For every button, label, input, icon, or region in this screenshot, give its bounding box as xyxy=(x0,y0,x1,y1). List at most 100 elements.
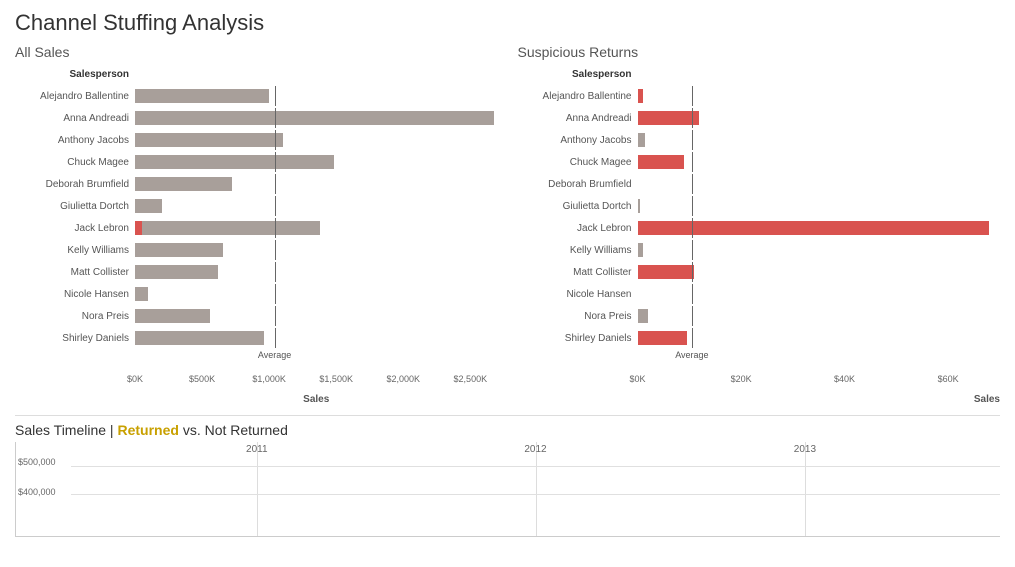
bar-row: Shirley Daniels xyxy=(15,328,498,348)
sr-bar-fill xyxy=(638,89,643,103)
sr-bar-area xyxy=(638,152,1001,172)
sr-bar-area xyxy=(638,306,1001,326)
all-sales-title: All Sales xyxy=(15,44,498,60)
sr-chart-header: Salesperson xyxy=(518,64,1001,84)
sr-bar-area xyxy=(638,240,1001,260)
sr-bar-area-header xyxy=(638,64,1001,84)
bar-area xyxy=(135,240,498,260)
sr-bar-row: Shirley Daniels xyxy=(518,328,1001,348)
page-title: Channel Stuffing Analysis xyxy=(15,10,1000,36)
sr-bar-label: Anthony Jacobs xyxy=(518,135,638,146)
timeline-h-grid-line xyxy=(71,494,1000,495)
sr-bar-row: Giulietta Dortch xyxy=(518,196,1001,216)
suspicious-returns-bars: Alejandro Ballentine Anna Andreadi Anthony… xyxy=(518,86,1001,368)
avg-label: Average xyxy=(258,350,291,360)
timeline-area: 201120122013 xyxy=(71,442,1000,536)
sr-bar-fill xyxy=(638,221,990,235)
bar-label: Nora Preis xyxy=(15,311,135,322)
sr-bar-area xyxy=(638,196,1001,216)
suspicious-returns-section: Suspicious Returns Salesperson Alejandro… xyxy=(518,44,1001,405)
sr-bar-label: Chuck Magee xyxy=(518,157,638,168)
timeline-grid-line xyxy=(536,442,537,536)
bar-row: Nicole Hansen xyxy=(15,284,498,304)
x-tick: $500K xyxy=(189,374,215,384)
bar-label: Giulietta Dortch xyxy=(15,201,135,212)
avg-line xyxy=(275,306,276,326)
bar-fill xyxy=(135,287,148,301)
chart-header: Salesperson xyxy=(15,64,498,84)
bar-fill xyxy=(135,111,494,125)
sr-axis-title: Sales xyxy=(638,394,1001,405)
avg-line xyxy=(275,328,276,348)
sr-bar-row: Deborah Brumfield xyxy=(518,174,1001,194)
timeline-grid-line xyxy=(805,442,806,536)
sr-bar-label: Kelly Williams xyxy=(518,245,638,256)
bar-fill xyxy=(135,265,218,279)
bar-area xyxy=(135,152,498,172)
sr-bar-area xyxy=(638,86,1001,106)
avg-line xyxy=(275,108,276,128)
page-container: Channel Stuffing Analysis All Sales Sale… xyxy=(0,0,1015,567)
sr-avg-line xyxy=(692,284,693,304)
bar-row: Matt Collister xyxy=(15,262,498,282)
sr-bar-area xyxy=(638,262,1001,282)
sr-avg-line xyxy=(692,328,693,348)
bar-label: Deborah Brumfield xyxy=(15,179,135,190)
sr-bar-area xyxy=(638,108,1001,128)
sr-bar-fill xyxy=(638,199,641,213)
avg-line xyxy=(275,218,276,238)
bar-label: Chuck Magee xyxy=(15,157,135,168)
timeline-title: Sales Timeline | Returned vs. Not Return… xyxy=(15,422,1000,438)
salesperson-header: Salesperson xyxy=(15,69,135,80)
sr-avg-line xyxy=(692,86,693,106)
x-tick: $0K xyxy=(127,374,143,384)
sr-x-axis: $0K$20K$40K$60K xyxy=(518,372,1001,392)
bar-area-header xyxy=(135,64,498,84)
avg-line xyxy=(275,174,276,194)
avg-line xyxy=(275,284,276,304)
sr-x-tick: $0K xyxy=(629,374,645,384)
sr-bar-row: Matt Collister xyxy=(518,262,1001,282)
bar-fill xyxy=(135,243,223,257)
sr-bar-label: Nicole Hansen xyxy=(518,289,638,300)
avg-label-row: Average xyxy=(15,350,498,368)
sr-bar-fill xyxy=(638,155,685,169)
sr-x-tick: $20K xyxy=(731,374,752,384)
bar-label: Anna Andreadi xyxy=(15,113,135,124)
vs-label: vs. Not Returned xyxy=(183,422,288,438)
avg-line xyxy=(275,240,276,260)
bar-label: Anthony Jacobs xyxy=(15,135,135,146)
x-tick: $1,500K xyxy=(319,374,353,384)
sr-avg-line xyxy=(692,240,693,260)
avg-line xyxy=(275,196,276,216)
sr-bar-label: Alejandro Ballentine xyxy=(518,91,638,102)
y-label-500k: $500,000 xyxy=(18,457,56,467)
timeline-y-axis: $500,000 $400,000 xyxy=(16,442,71,536)
sr-bar-row: Nicole Hansen xyxy=(518,284,1001,304)
sr-bar-area xyxy=(638,130,1001,150)
bar-row: Deborah Brumfield xyxy=(15,174,498,194)
sr-bar-fill xyxy=(638,133,646,147)
bar-label: Nicole Hansen xyxy=(15,289,135,300)
y-label-400k: $400,000 xyxy=(18,487,56,497)
sr-avg-line xyxy=(692,152,693,172)
timeline-section: Sales Timeline | Returned vs. Not Return… xyxy=(15,415,1000,537)
sr-x-axis-labels: $0K$20K$40K$60K xyxy=(638,372,1001,392)
bar-row: Anna Andreadi xyxy=(15,108,498,128)
bar-label: Kelly Williams xyxy=(15,245,135,256)
timeline-chart: $500,000 $400,000 201120122013 xyxy=(15,442,1000,537)
all-sales-x-axis: $0K$500K$1,000K$1,500K$2,000K$2,500K xyxy=(15,372,498,392)
bar-area xyxy=(135,108,498,128)
avg-line xyxy=(275,130,276,150)
sr-bar-label: Deborah Brumfield xyxy=(518,179,638,190)
bar-fill xyxy=(135,331,264,345)
sr-bar-label: Giulietta Dortch xyxy=(518,201,638,212)
bar-area xyxy=(135,174,498,194)
sr-bar-row: Alejandro Ballentine xyxy=(518,86,1001,106)
sr-bar-label: Jack Lebron xyxy=(518,223,638,234)
sr-avg-line xyxy=(692,174,693,194)
sr-bar-row: Anna Andreadi xyxy=(518,108,1001,128)
bar-fill xyxy=(135,133,283,147)
bar-row: Alejandro Ballentine xyxy=(15,86,498,106)
sr-bar-fill xyxy=(638,309,649,323)
